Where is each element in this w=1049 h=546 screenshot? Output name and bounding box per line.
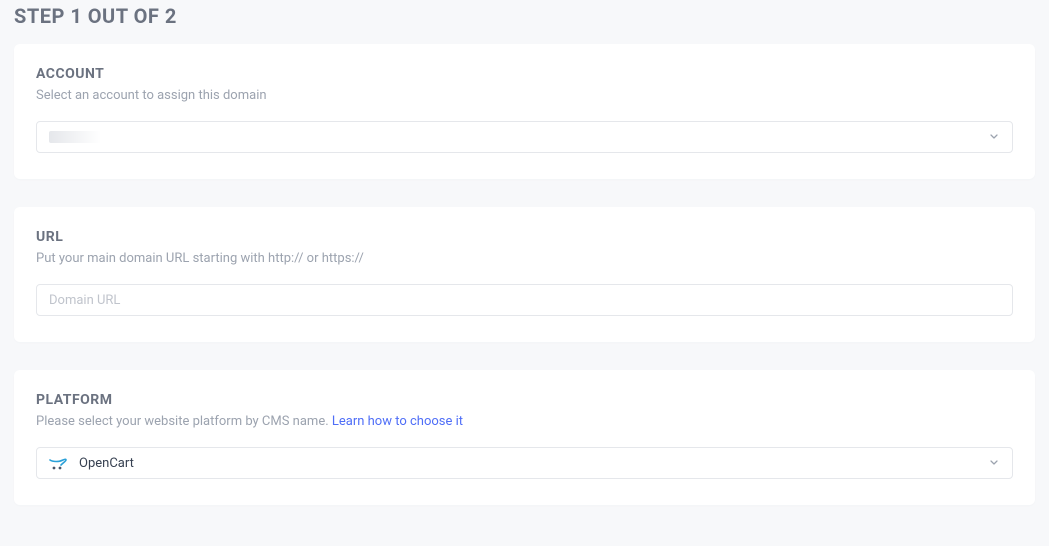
- url-subtext: Put your main domain URL starting with h…: [36, 251, 1013, 266]
- url-card: URL Put your main domain URL starting wi…: [14, 207, 1035, 342]
- platform-select-value: OpenCart: [79, 456, 134, 471]
- chevron-down-icon: [988, 454, 1000, 473]
- account-subtext: Select an account to assign this domain: [36, 88, 1013, 103]
- chevron-down-icon: [988, 128, 1000, 147]
- domain-url-input[interactable]: [36, 284, 1013, 316]
- platform-subtext-prefix: Please select your website platform by C…: [36, 414, 332, 429]
- account-select-value: [49, 131, 101, 143]
- platform-subtext: Please select your website platform by C…: [36, 414, 1013, 429]
- opencart-icon: [49, 456, 69, 470]
- account-select[interactable]: [36, 121, 1013, 153]
- page-title: STEP 1 OUT OF 2: [14, 0, 1035, 44]
- platform-card: PLATFORM Please select your website plat…: [14, 370, 1035, 505]
- url-heading: URL: [36, 229, 1013, 245]
- account-heading: ACCOUNT: [36, 66, 1013, 82]
- learn-how-link[interactable]: Learn how to choose it: [332, 414, 463, 429]
- platform-select[interactable]: OpenCart: [36, 447, 1013, 479]
- account-card: ACCOUNT Select an account to assign this…: [14, 44, 1035, 179]
- platform-heading: PLATFORM: [36, 392, 1013, 408]
